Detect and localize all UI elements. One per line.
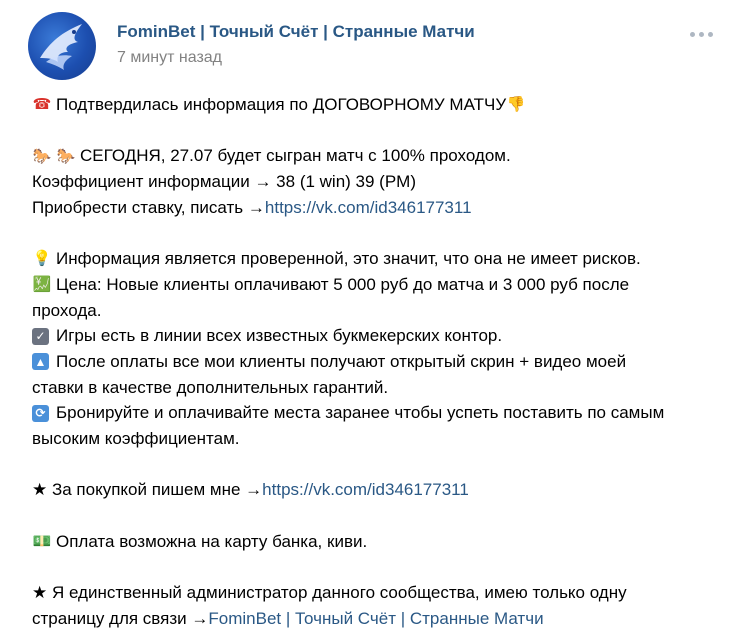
text-line: ☎ Подтвердилась информация по ДОГОВОРНОМ…: [32, 92, 712, 118]
text: Подтвердилась информация по ДОГОВОРНОМУ …: [56, 95, 507, 114]
text: После оплаты все мои клиенты получают от…: [56, 351, 627, 371]
money-icon: 💹: [32, 276, 52, 294]
text-line: высоким коэффициентам.: [32, 426, 712, 452]
text-line: страницу для связи → FominBet | Точный С…: [32, 606, 712, 632]
text-line: 💡 Информация является проверенной, это з…: [32, 246, 712, 272]
text: Оплата возможна на карту банка, киви.: [56, 531, 368, 551]
text-line: ★ Я единственный администратор данного с…: [32, 580, 712, 606]
text: ★ Я единственный администратор данного с…: [32, 583, 627, 603]
up-arrow-icon: ▲: [32, 353, 49, 371]
text: Информация является проверенной, это зна…: [56, 249, 641, 269]
checkmark-icon: ✓: [32, 327, 49, 345]
text: страницу для связи →: [32, 608, 209, 628]
text: Цена: Новые клиенты оплачивают 5 000 руб…: [56, 274, 630, 294]
light-bulb-icon: 💡: [32, 250, 52, 268]
text: Приобрести ставку, писать →: [32, 197, 265, 217]
text: прохода.: [32, 300, 102, 320]
text-line: 🐎 🐎 СЕГОДНЯ, 27.07 будет сыгран матч с 1…: [32, 143, 712, 169]
post-time[interactable]: 7 минут назад: [117, 49, 222, 67]
text: Игры есть в линии всех известных букмеке…: [56, 326, 503, 346]
text-line: прохода.: [32, 298, 712, 324]
text: Коэффициент информации → 38 (1 win) 39 (…: [32, 172, 417, 192]
money-icon: 💵: [32, 533, 52, 551]
wall-post: FominBet | Точный Счёт | Странные Матчи …: [0, 0, 729, 640]
phone-icon: ☎: [32, 96, 52, 114]
text: ставки в качестве дополнительных гаранти…: [32, 377, 389, 397]
text-line: 💹 Цена: Новые клиенты оплачивают 5 000 р…: [32, 272, 712, 298]
avatar[interactable]: [28, 12, 96, 80]
text-line: 💵 Оплата возможна на карту банка, киви.: [32, 529, 712, 555]
text-line: ★ За покупкой пишем мне → https://vk.com…: [32, 477, 712, 503]
text: СЕГОДНЯ, 27.07 будет сыгран матч с 100% …: [80, 146, 511, 166]
text-line: ▲ После оплаты все мои клиенты получают …: [32, 349, 712, 375]
text-line: Приобрести ставку, писать → https://vk.c…: [32, 195, 712, 221]
post-text: ☎ Подтвердилась информация по ДОГОВОРНОМ…: [32, 92, 712, 631]
horse-icon: 🐎: [56, 147, 76, 165]
author-name[interactable]: FominBet | Точный Счёт | Странные Матчи: [117, 22, 475, 42]
text: Бронируйте и оплачивайте места заранее ч…: [56, 403, 665, 423]
post-header: FominBet | Точный Счёт | Странные Матчи …: [28, 12, 718, 80]
profile-link[interactable]: https://vk.com/id346177311: [265, 195, 472, 221]
more-icon[interactable]: [686, 26, 716, 42]
profile-link[interactable]: https://vk.com/id346177311: [262, 477, 469, 503]
horse-icon: 🐎: [32, 147, 52, 165]
text-line: ⟳ Бронируйте и оплачивайте места заранее…: [32, 400, 712, 426]
text: высоким коэффициентам.: [32, 428, 240, 448]
repeat-icon: ⟳: [32, 404, 49, 422]
text: ★ За покупкой пишем мне →: [32, 480, 263, 500]
eagle-logo: [40, 24, 82, 70]
community-link[interactable]: FominBet | Точный Счёт | Странные Матчи: [208, 606, 543, 632]
text-line: ✓ Игры есть в линии всех известных букме…: [32, 323, 712, 349]
text-line: Коэффициент информации → 38 (1 win) 39 (…: [32, 169, 712, 195]
text-line: ставки в качестве дополнительных гаранти…: [32, 375, 712, 401]
thumbs-down-icon: 👎: [506, 96, 526, 114]
